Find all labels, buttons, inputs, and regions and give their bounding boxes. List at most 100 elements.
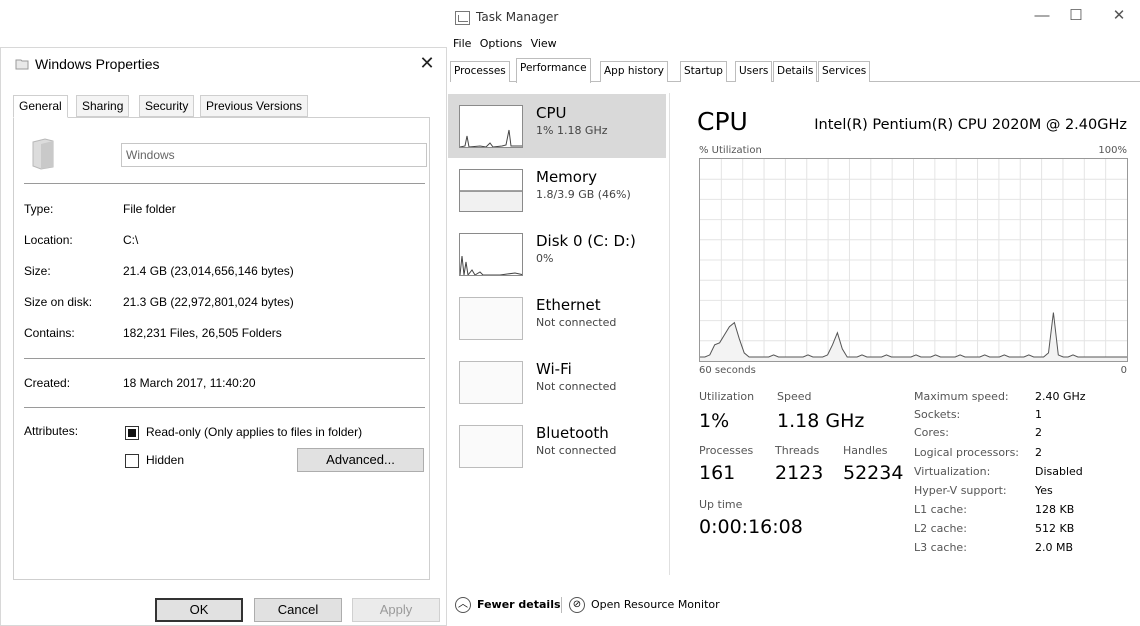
open-resource-monitor-link[interactable]: Open Resource Monitor <box>591 598 720 611</box>
readonly-checkbox[interactable] <box>125 426 139 440</box>
spec-label: Sockets: <box>914 408 961 421</box>
sidebar-divider <box>669 93 670 575</box>
menu-options[interactable]: Options <box>480 37 522 50</box>
sidebar-item-memory[interactable]: Memory 1.8/3.9 GB (46%) <box>448 158 666 222</box>
menu-bar: File Options View <box>453 36 562 54</box>
tab-general[interactable]: General <box>13 95 68 118</box>
sidebar-item-label: CPU <box>536 104 567 122</box>
chevron-up-icon[interactable]: ︿ <box>455 597 471 613</box>
utilization-value: 1% <box>699 410 730 432</box>
speed-value: 1.18 GHz <box>777 410 865 432</box>
processes-value: 161 <box>699 462 736 484</box>
ok-button[interactable]: OK <box>155 598 243 622</box>
sidebar-item-detail: 1% 1.18 GHz <box>536 124 608 137</box>
cpu-graph-svg <box>700 159 1127 361</box>
menu-view[interactable]: View <box>531 37 557 50</box>
folder-icon <box>15 59 29 70</box>
speed-label: Speed <box>777 390 812 403</box>
spec-label: Hyper-V support: <box>914 484 1007 497</box>
minimize-button[interactable]: — <box>1028 6 1056 26</box>
utilization-axis-label: % Utilization <box>699 145 762 156</box>
apply-button[interactable]: Apply <box>352 598 440 622</box>
tab-performance[interactable]: Performance <box>516 58 591 83</box>
cpu-thumbnail-graph <box>459 105 523 148</box>
attributes-label: Attributes: <box>24 424 79 438</box>
hidden-checkbox-label: Hidden <box>146 453 185 467</box>
size-label: Size: <box>24 264 51 278</box>
spec-label: Virtualization: <box>914 465 991 478</box>
task-manager-tabs: Processes Performance App history Startu… <box>450 58 1140 83</box>
processes-label: Processes <box>699 444 754 457</box>
spec-label: L3 cache: <box>914 541 967 554</box>
created-label: Created: <box>24 376 71 390</box>
spec-value: 2.0 MB <box>1035 541 1074 554</box>
sidebar-item-label: Disk 0 (C: D:) <box>536 232 636 250</box>
page-title: CPU <box>697 107 748 136</box>
properties-dialog: Windows Properties ✕ General Sharing Sec… <box>0 47 447 626</box>
cpu-utilization-graph <box>699 158 1128 362</box>
tab-sharing[interactable]: Sharing <box>76 95 130 117</box>
sidebar-item-label: Bluetooth <box>536 424 609 442</box>
spec-value: 128 KB <box>1035 503 1075 516</box>
threads-label: Threads <box>775 444 820 457</box>
advanced-button[interactable]: Advanced... <box>297 448 424 472</box>
tab-details[interactable]: Details <box>773 61 818 82</box>
cancel-button[interactable]: Cancel <box>254 598 342 622</box>
spec-label: Cores: <box>914 426 949 439</box>
close-button[interactable]: ✕ <box>416 52 438 74</box>
time-axis-min-label: 0 <box>1120 365 1127 376</box>
sidebar-item-bluetooth[interactable]: Bluetooth Not connected <box>448 414 666 478</box>
tab-security[interactable]: Security <box>139 95 195 117</box>
resource-monitor-icon[interactable]: ⊘ <box>569 597 585 613</box>
task-manager-window: Task Manager — ☐ ✕ File Options View Pro… <box>447 0 1140 626</box>
tab-previous-versions[interactable]: Previous Versions <box>200 95 309 117</box>
sidebar-item-disk[interactable]: Disk 0 (C: D:) 0% <box>448 222 666 286</box>
separator <box>24 358 425 359</box>
tab-startup[interactable]: Startup <box>680 61 727 82</box>
disk-thumbnail-graph <box>459 233 523 276</box>
uptime-label: Up time <box>699 498 743 511</box>
fewer-details-link[interactable]: Fewer details <box>477 598 561 611</box>
type-value: File folder <box>123 202 176 216</box>
close-button[interactable]: ✕ <box>1105 6 1133 26</box>
sidebar-item-cpu[interactable]: CPU 1% 1.18 GHz <box>448 94 666 158</box>
sidebar-item-detail: Not connected <box>536 444 617 457</box>
tab-users[interactable]: Users <box>735 61 773 82</box>
sidebar-item-wifi[interactable]: Wi-Fi Not connected <box>448 350 666 414</box>
spec-value: 1 <box>1035 408 1042 421</box>
location-label: Location: <box>24 233 73 247</box>
separator <box>24 183 425 184</box>
utilization-label: Utilization <box>699 390 755 403</box>
sidebar-item-detail: Not connected <box>536 380 617 393</box>
dialog-title: Windows Properties <box>35 56 160 72</box>
folder-name-input[interactable] <box>121 143 427 167</box>
separator <box>24 407 425 408</box>
footer-divider <box>561 597 562 613</box>
sidebar-item-ethernet[interactable]: Ethernet Not connected <box>448 286 666 350</box>
general-panel <box>13 117 430 580</box>
memory-thumbnail-graph <box>459 169 523 212</box>
task-manager-icon <box>455 11 470 25</box>
tab-app-history[interactable]: App history <box>600 61 668 82</box>
tab-processes[interactable]: Processes <box>450 61 510 82</box>
menu-file[interactable]: File <box>453 37 471 50</box>
ethernet-thumbnail-graph <box>459 297 523 340</box>
handles-label: Handles <box>843 444 888 457</box>
threads-value: 2123 <box>775 462 824 484</box>
sidebar-item-label: Wi-Fi <box>536 360 572 378</box>
sidebar-item-label: Memory <box>536 168 598 186</box>
readonly-checkbox-label: Read-only (Only applies to files in fold… <box>146 425 363 439</box>
spec-value: 512 KB <box>1035 522 1075 535</box>
spec-value: 2 <box>1035 446 1042 459</box>
tab-services[interactable]: Services <box>818 61 871 82</box>
spec-value: Yes <box>1035 484 1053 497</box>
spec-label: Maximum speed: <box>914 390 1009 403</box>
sidebar-item-detail: 1.8/3.9 GB (46%) <box>536 188 631 201</box>
dialog-titlebar: Windows Properties ✕ <box>1 48 446 80</box>
processor-name: Intel(R) Pentium(R) CPU 2020M @ 2.40GHz <box>814 117 1127 133</box>
size-on-disk-label: Size on disk: <box>24 295 93 309</box>
sidebar-item-detail: Not connected <box>536 316 617 329</box>
sidebar-item-label: Ethernet <box>536 296 601 314</box>
maximize-button[interactable]: ☐ <box>1062 6 1090 26</box>
hidden-checkbox[interactable] <box>125 454 139 468</box>
